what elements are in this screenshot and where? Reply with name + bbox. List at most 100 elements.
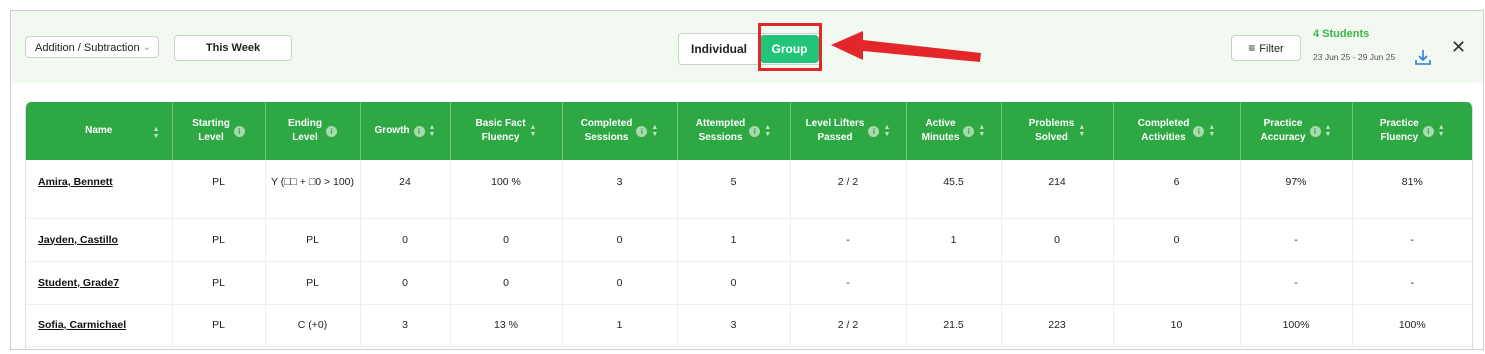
- table-cell: 0: [1001, 218, 1114, 262]
- column-header-active-minutes[interactable]: Active Minutes i ▲ ▼: [906, 102, 1002, 160]
- student-name-link[interactable]: Amira, Bennett: [38, 176, 113, 188]
- table-cell: PL: [172, 261, 266, 305]
- column-header-attempted-sessions[interactable]: Attempted Sessions i ▲ ▼: [677, 102, 791, 160]
- table-cell: 0: [450, 218, 563, 262]
- sort-icon[interactable]: ▲ ▼: [764, 124, 771, 138]
- info-icon[interactable]: i: [868, 125, 880, 137]
- column-header-problems-solved[interactable]: Problems Solved ▲ ▼: [1001, 102, 1114, 160]
- table-cell: 0: [360, 218, 451, 262]
- table-cell: 0: [562, 261, 678, 305]
- students-table-container: Name ▲ ▼ Starting Level i Ending Level i Growt…: [25, 102, 1473, 349]
- info-icon[interactable]: i: [1422, 125, 1434, 137]
- sort-icon[interactable]: ▲ ▼: [1438, 124, 1445, 138]
- student-name-link[interactable]: Jayden, Castillo: [38, 234, 118, 246]
- table-cell: 24: [360, 160, 451, 219]
- student-name-cell: Student, Grade7: [26, 261, 173, 305]
- table-cell: 0: [450, 261, 563, 305]
- sort-icon[interactable]: ▲ ▼: [1078, 124, 1085, 138]
- annotation-highlight-box: [758, 23, 822, 71]
- info-icon[interactable]: i: [325, 125, 337, 137]
- sort-icon[interactable]: ▲ ▼: [978, 124, 985, 138]
- download-icon[interactable]: [1414, 48, 1432, 66]
- info-icon[interactable]: i: [1309, 125, 1321, 137]
- table-cell: 10: [1113, 304, 1241, 347]
- table-cell: -: [1240, 261, 1353, 305]
- info-icon[interactable]: i: [413, 125, 425, 137]
- table-cell: 3: [677, 304, 791, 347]
- info-icon[interactable]: i: [1193, 125, 1205, 137]
- column-header-basic-fact-fluency[interactable]: Basic Fact Fluency ▲ ▼: [450, 102, 563, 160]
- filter-label: Filter: [1259, 43, 1284, 55]
- report-panel: Addition / Subtraction ⌄ This Week Indiv…: [10, 10, 1484, 350]
- info-icon[interactable]: i: [749, 125, 761, 137]
- sort-icon[interactable]: ▲ ▼: [1325, 124, 1332, 138]
- table-cell: 0: [1113, 218, 1241, 262]
- sort-icon[interactable]: ▲ ▼: [883, 124, 890, 138]
- column-header-completed-activities[interactable]: Completed Activities i ▲ ▼: [1113, 102, 1241, 160]
- table-cell: [1113, 261, 1241, 305]
- info-icon[interactable]: i: [233, 125, 245, 137]
- operation-label: Addition / Subtraction: [35, 42, 140, 54]
- students-count: 4 Students: [1313, 28, 1370, 40]
- table-cell: PL: [172, 304, 266, 347]
- table-cell: 0: [677, 261, 791, 305]
- table-cell: 1: [677, 218, 791, 262]
- date-range: 23 Jun 25 - 29 Jun 25: [1313, 52, 1396, 62]
- student-name-cell: Sofia, Carmichael: [26, 304, 173, 347]
- column-header-level-lifters-passed[interactable]: Level Lifters Passed i ▲ ▼: [790, 102, 907, 160]
- table-cell: -: [1352, 218, 1472, 262]
- table-cell: 214: [1001, 160, 1114, 219]
- individual-view-button[interactable]: Individual: [679, 34, 759, 64]
- table-cell: 81%: [1352, 160, 1472, 219]
- info-icon[interactable]: i: [963, 125, 975, 137]
- table-cell: 2 / 2: [790, 304, 907, 347]
- chevron-down-icon: ⌄: [142, 42, 151, 53]
- student-name-cell: Amira, Bennett: [26, 160, 173, 219]
- sort-icon[interactable]: ▲ ▼: [530, 124, 537, 138]
- table-cell: 100%: [1352, 304, 1472, 347]
- sort-icon[interactable]: ▲ ▼: [429, 124, 436, 138]
- report-toolbar: Addition / Subtraction ⌄ This Week Indiv…: [11, 11, 1483, 83]
- table-cell: 21.5: [906, 304, 1002, 347]
- table-cell: 3: [562, 160, 678, 219]
- student-name-cell: Jayden, Castillo: [26, 218, 173, 262]
- table-cell: 0: [360, 261, 451, 305]
- sort-icon[interactable]: ▲ ▼: [153, 126, 160, 140]
- column-header-name[interactable]: Name ▲ ▼: [26, 102, 173, 160]
- table-cell: 2 / 2: [790, 160, 907, 219]
- table-cell: Y (□□ + □0 > 100): [265, 160, 361, 219]
- column-header-practice-fluency[interactable]: Practice Fluency i ▲ ▼: [1352, 102, 1472, 160]
- table-cell: C (+0): [265, 304, 361, 347]
- annotation-arrow: [831, 31, 981, 62]
- student-name-link[interactable]: Student, Grade7: [38, 277, 119, 289]
- table-cell: -: [1240, 218, 1353, 262]
- info-icon[interactable]: i: [636, 125, 648, 137]
- sort-icon[interactable]: ▲ ▼: [1208, 124, 1215, 138]
- table-cell: 1: [906, 218, 1002, 262]
- table-cell: 45.5: [906, 160, 1002, 219]
- table-cell: 100 %: [450, 160, 563, 219]
- table-cell: PL: [265, 261, 361, 305]
- table-header-row: Name ▲ ▼ Starting Level i Ending Level i Growt…: [26, 102, 1472, 160]
- sort-icon[interactable]: ▲ ▼: [651, 124, 658, 138]
- student-name-link[interactable]: Sofia, Carmichael: [38, 319, 126, 331]
- table-cell: 5: [677, 160, 791, 219]
- filter-button[interactable]: ≡ Filter: [1231, 35, 1301, 61]
- table-cell: -: [790, 218, 907, 262]
- table-row: Sofia, Carmichael PL C (+0) 3 13 % 1 3 2…: [26, 304, 1472, 347]
- close-icon[interactable]: ✕: [1451, 35, 1466, 59]
- column-header-completed-sessions[interactable]: Completed Sessions i ▲ ▼: [562, 102, 678, 160]
- table-cell: 100%: [1240, 304, 1353, 347]
- column-header-starting-level[interactable]: Starting Level i: [172, 102, 266, 160]
- table-row: Amira, Bennett PL Y (□□ + □0 > 100) 24 1…: [26, 160, 1472, 219]
- column-header-growth[interactable]: Growth i ▲ ▼: [360, 102, 451, 160]
- table-cell: PL: [265, 218, 361, 262]
- operation-dropdown[interactable]: Addition / Subtraction ⌄: [25, 36, 159, 58]
- column-header-ending-level[interactable]: Ending Level i: [265, 102, 361, 160]
- table-cell: 223: [1001, 304, 1114, 347]
- column-header-practice-accuracy[interactable]: Practice Accuracy i ▲ ▼: [1240, 102, 1353, 160]
- table-row: Student, Grade7 PL PL 0 0 0 0 - - -: [26, 261, 1472, 305]
- period-button[interactable]: This Week: [174, 35, 292, 61]
- table-cell: 1: [562, 304, 678, 347]
- students-table: Name ▲ ▼ Starting Level i Ending Level i Growt…: [26, 102, 1472, 347]
